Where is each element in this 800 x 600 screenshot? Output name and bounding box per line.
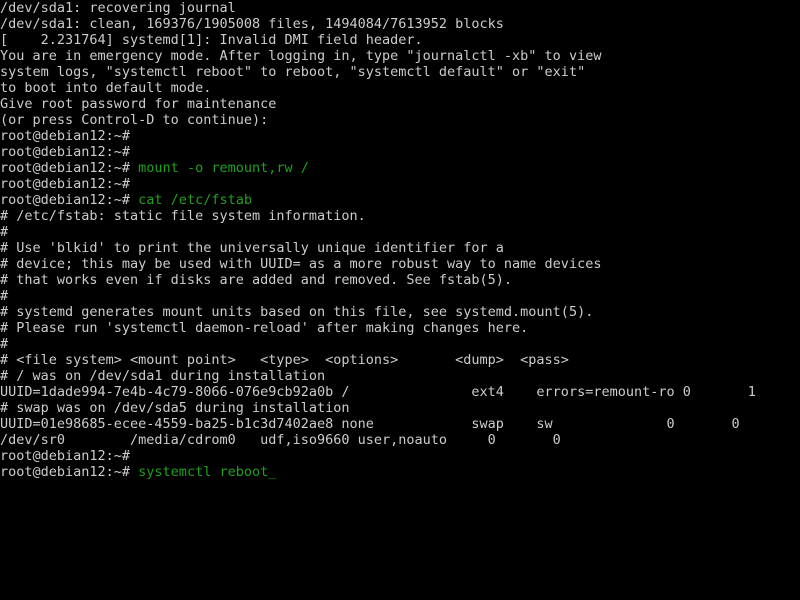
- terminal-line: root@debian12:~# mount -o remount,rw /: [0, 160, 800, 176]
- terminal-line: /dev/sda1: clean, 169376/1905008 files, …: [0, 16, 800, 32]
- terminal-output-text: # device; this may be used with UUID= as…: [0, 256, 602, 272]
- terminal-line: to boot into default mode.: [0, 80, 800, 96]
- terminal-output-text: # Please run 'systemctl daemon-reload' a…: [0, 320, 529, 336]
- terminal-output-text: (or press Control-D to continue):: [0, 112, 269, 128]
- terminal-output-text: You are in emergency mode. After logging…: [0, 48, 602, 64]
- terminal-output-text: UUID=01e98685-ecee-4559-ba25-b1c3d7402ae…: [0, 416, 740, 432]
- terminal-line: #: [0, 336, 800, 352]
- shell-prompt: root@debian12:~#: [0, 464, 139, 480]
- terminal-output-text: /dev/sda1: recovering journal: [0, 0, 236, 16]
- terminal-output-text: /dev/sr0 /media/cdrom0 udf,iso9660 user,…: [0, 432, 561, 448]
- terminal-line: /dev/sda1: recovering journal: [0, 0, 800, 16]
- terminal-line: root@debian12:~#: [0, 448, 800, 464]
- terminal-line: (or press Control-D to continue):: [0, 112, 800, 128]
- terminal-line: Give root password for maintenance: [0, 96, 800, 112]
- terminal-line: system logs, "systemctl reboot" to reboo…: [0, 64, 800, 80]
- terminal-output-text: # / was on /dev/sda1 during installation: [0, 368, 326, 384]
- terminal-output-text: #: [0, 224, 9, 240]
- terminal-line: /dev/sr0 /media/cdrom0 udf,iso9660 user,…: [0, 432, 800, 448]
- terminal-line: root@debian12:~#: [0, 176, 800, 192]
- terminal-line: # Please run 'systemctl daemon-reload' a…: [0, 320, 800, 336]
- terminal-line: root@debian12:~# systemctl reboot_: [0, 464, 800, 480]
- shell-prompt: root@debian12:~#: [0, 128, 139, 144]
- terminal-output-text: to boot into default mode.: [0, 80, 212, 96]
- terminal-line: root@debian12:~#: [0, 144, 800, 160]
- terminal-line: # that works even if disks are added and…: [0, 272, 800, 288]
- terminal-output-text: # systemd generates mount units based on…: [0, 304, 594, 320]
- terminal-output-text: /dev/sda1: clean, 169376/1905008 files, …: [0, 16, 504, 32]
- terminal-line: # swap was on /dev/sda5 during installat…: [0, 400, 800, 416]
- terminal-output-text: #: [0, 336, 9, 352]
- terminal-output-text: # Use 'blkid' to print the universally u…: [0, 240, 504, 256]
- terminal-line: You are in emergency mode. After logging…: [0, 48, 800, 64]
- terminal-line: #: [0, 288, 800, 304]
- shell-prompt: root@debian12:~#: [0, 448, 139, 464]
- terminal-output-text: [ 2.231764] systemd[1]: Invalid DMI fiel…: [0, 32, 423, 48]
- terminal-line: # device; this may be used with UUID= as…: [0, 256, 800, 272]
- terminal-line: root@debian12:~# cat /etc/fstab: [0, 192, 800, 208]
- shell-prompt: root@debian12:~#: [0, 192, 139, 208]
- terminal-output-text: UUID=1dade994-7e4b-4c79-8066-076e9cb92a0…: [0, 384, 756, 400]
- shell-prompt: root@debian12:~#: [0, 176, 139, 192]
- terminal-output-text: # that works even if disks are added and…: [0, 272, 513, 288]
- shell-command: cat /etc/fstab: [138, 192, 252, 208]
- shell-command: mount -o remount,rw /: [138, 160, 309, 176]
- terminal-line: UUID=1dade994-7e4b-4c79-8066-076e9cb92a0…: [0, 384, 800, 400]
- shell-prompt: root@debian12:~#: [0, 144, 139, 160]
- terminal-output-text: #: [0, 288, 9, 304]
- terminal-line: root@debian12:~#: [0, 128, 800, 144]
- shell-prompt: root@debian12:~#: [0, 160, 139, 176]
- terminal-line: UUID=01e98685-ecee-4559-ba25-b1c3d7402ae…: [0, 416, 800, 432]
- terminal-line: #: [0, 224, 800, 240]
- terminal-output-text: # swap was on /dev/sda5 during installat…: [0, 400, 350, 416]
- terminal-screen[interactable]: /dev/sda1: recovering journal/dev/sda1: …: [0, 0, 800, 600]
- text-cursor: _: [268, 464, 277, 480]
- terminal-line: # / was on /dev/sda1 during installation: [0, 368, 800, 384]
- terminal-output-text: system logs, "systemctl reboot" to reboo…: [0, 64, 586, 80]
- terminal-line: [ 2.231764] systemd[1]: Invalid DMI fiel…: [0, 32, 800, 48]
- terminal-output-text: # <file system> <mount point> <type> <op…: [0, 352, 569, 368]
- terminal-line: # <file system> <mount point> <type> <op…: [0, 352, 800, 368]
- shell-command: systemctl reboot: [138, 464, 269, 480]
- terminal-line: # systemd generates mount units based on…: [0, 304, 800, 320]
- terminal-output-text: # /etc/fstab: static file system informa…: [0, 208, 366, 224]
- terminal-line: # Use 'blkid' to print the universally u…: [0, 240, 800, 256]
- terminal-output-text: Give root password for maintenance: [0, 96, 277, 112]
- terminal-line: # /etc/fstab: static file system informa…: [0, 208, 800, 224]
